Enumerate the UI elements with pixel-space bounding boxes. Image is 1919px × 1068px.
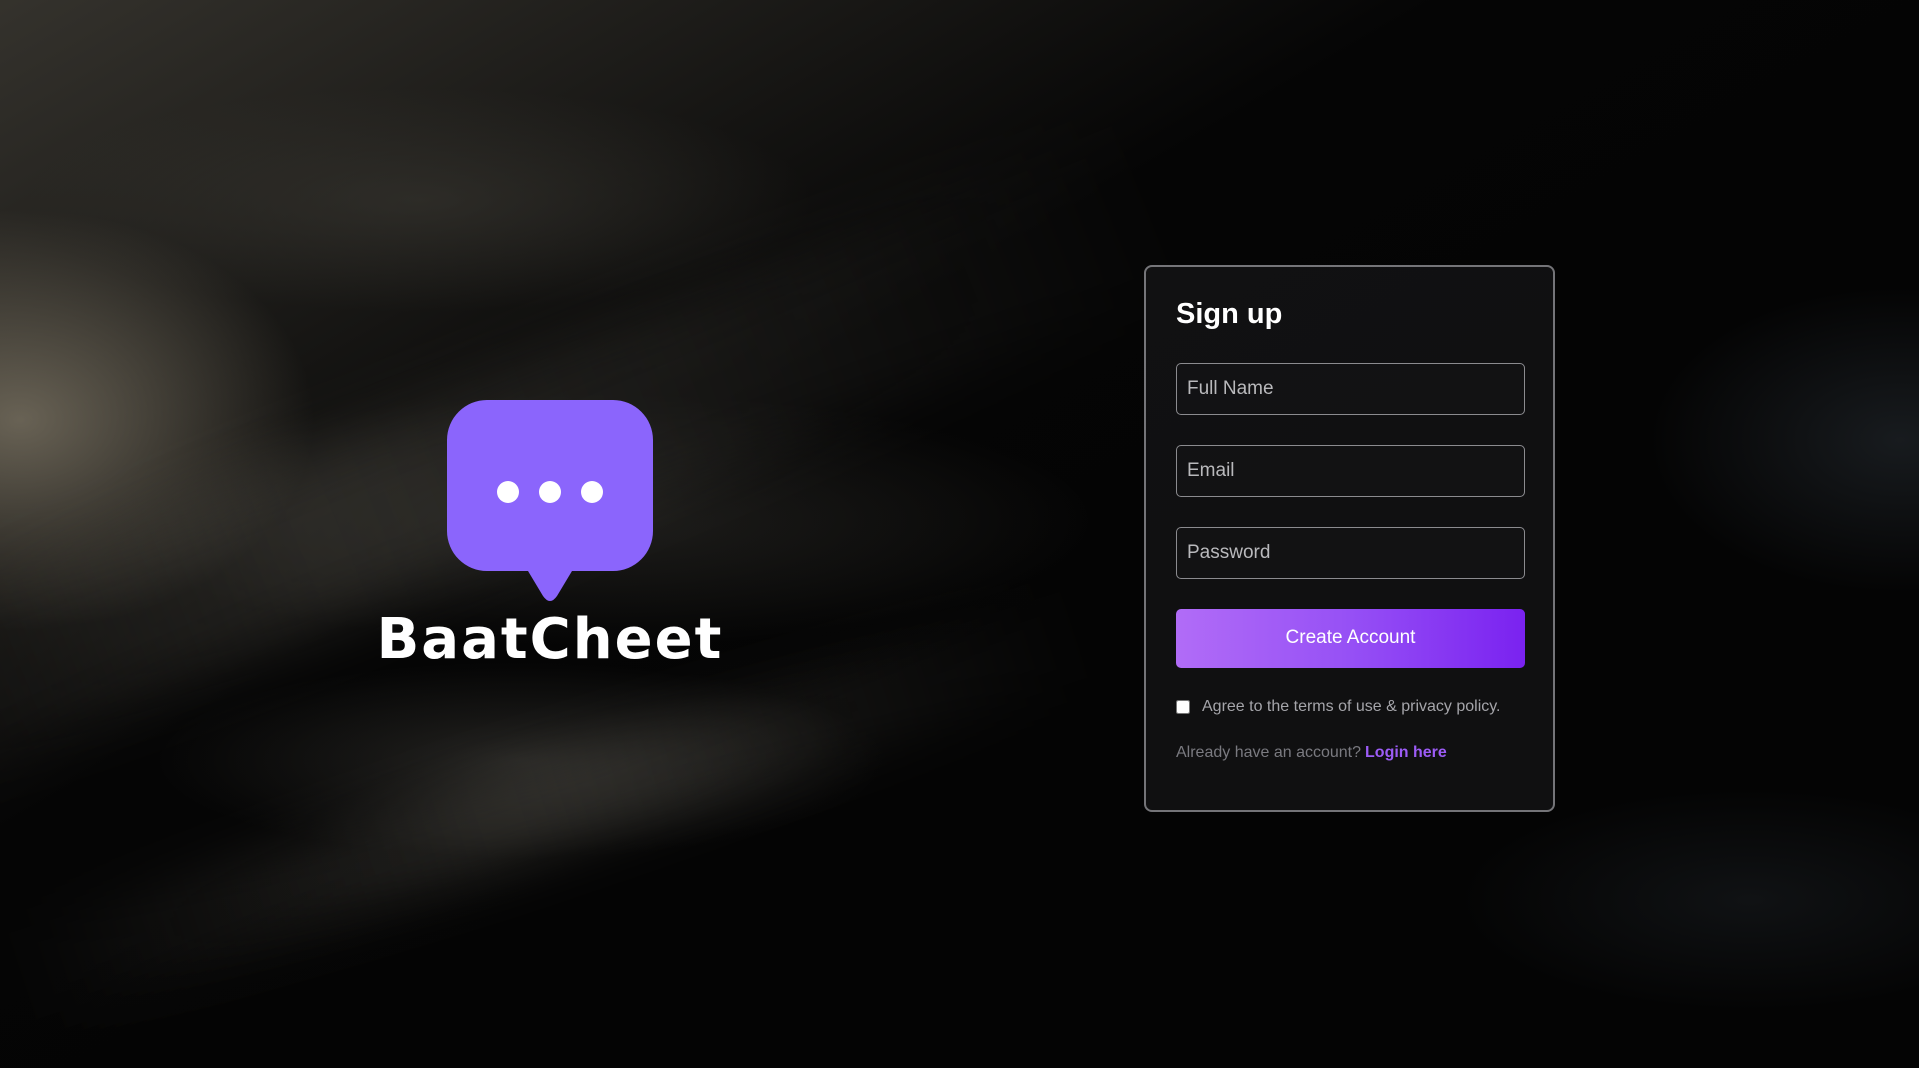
login-prompt: Already have an account?: [1176, 743, 1362, 761]
email-input[interactable]: [1176, 444, 1525, 497]
brand-block: BaatCheet: [370, 400, 730, 668]
terms-row: Agree to the terms of use & privacy poli…: [1176, 698, 1523, 716]
chat-bubble-icon: [447, 400, 653, 601]
full-name-input[interactable]: [1176, 362, 1525, 415]
login-link[interactable]: Login here: [1365, 744, 1447, 761]
terms-label: Agree to the terms of use & privacy poli…: [1202, 697, 1501, 715]
login-prompt-row: Already have an account? Login here: [1176, 744, 1523, 762]
terms-checkbox[interactable]: [1176, 699, 1190, 714]
signup-card: Sign up Create Account Agree to the term…: [1144, 265, 1555, 812]
signup-title: Sign up: [1176, 298, 1283, 330]
signup-page: BaatCheet Sign up Create Account Agree t…: [0, 0, 1919, 1068]
brand-name: BaatCheet: [376, 607, 724, 672]
password-input[interactable]: [1176, 526, 1525, 579]
create-account-button[interactable]: Create Account: [1176, 608, 1525, 668]
